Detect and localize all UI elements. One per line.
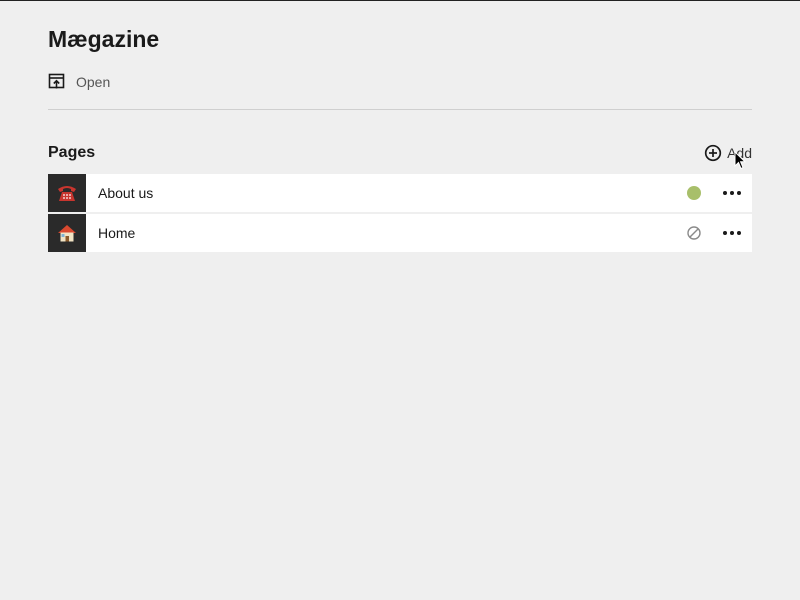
add-page-label: Add — [727, 145, 752, 161]
open-label: Open — [76, 73, 111, 90]
page-options-button[interactable] — [720, 183, 744, 203]
page-row-about-us[interactable]: About us — [48, 174, 752, 212]
pages-section-title: Pages — [48, 144, 96, 161]
add-circle-icon — [704, 144, 722, 162]
more-dot-icon — [737, 191, 741, 195]
published-status-dot — [687, 186, 701, 200]
open-icon — [48, 73, 65, 90]
page-row-home[interactable]: Home — [48, 214, 752, 252]
more-dot-icon — [723, 231, 727, 235]
draft-status-indicator[interactable] — [687, 226, 701, 240]
page-options-button[interactable] — [720, 223, 744, 243]
more-dot-icon — [723, 191, 727, 195]
page-title[interactable]: About us — [98, 185, 752, 201]
divider — [48, 109, 752, 110]
draft-status-icon — [687, 226, 701, 240]
pages-list: About us Home — [48, 174, 752, 254]
more-dot-icon — [737, 231, 741, 235]
page-title[interactable]: Home — [98, 225, 752, 241]
published-status-indicator[interactable] — [687, 186, 701, 200]
telephone-icon — [48, 174, 86, 212]
site-title: Mægazine — [48, 26, 160, 52]
more-dot-icon — [730, 191, 734, 195]
house-icon — [48, 214, 86, 252]
more-dot-icon — [730, 231, 734, 235]
add-page-button[interactable]: Add — [704, 144, 752, 162]
pages-section-header: Pages Add — [48, 142, 752, 164]
open-site-link[interactable]: Open — [48, 73, 110, 90]
window-top-border — [0, 0, 800, 1]
